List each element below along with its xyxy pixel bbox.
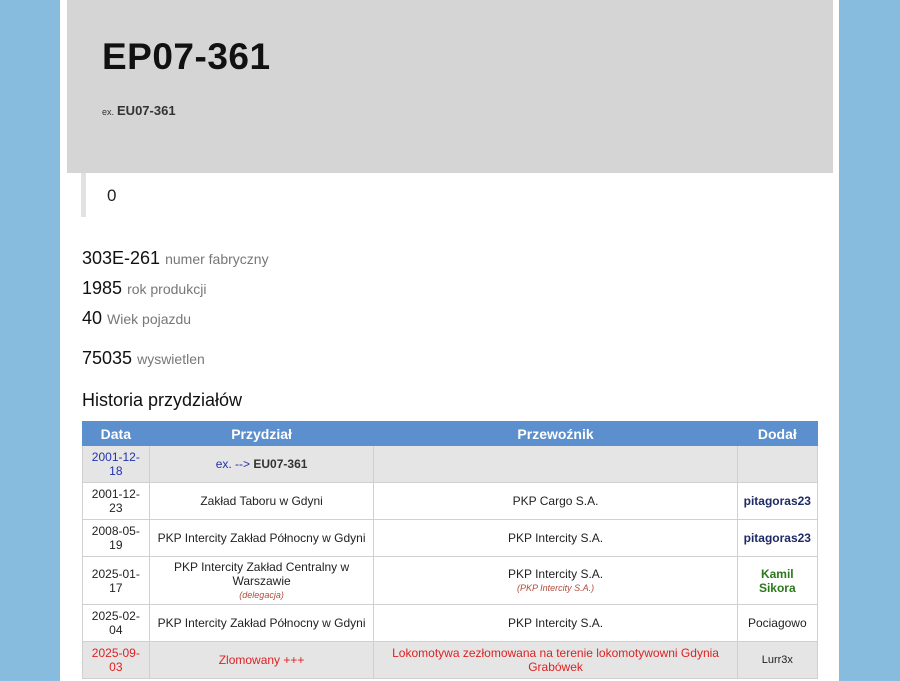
carrier-note: (PKP Intercity S.A.): [516, 582, 595, 593]
column-header-assignment: Przydział: [148, 421, 375, 446]
stat-vehicle-age: 40 Wiek pojazdu: [82, 308, 191, 329]
table-row: 2025-02-04 PKP Intercity Zakład Północny…: [82, 604, 819, 642]
column-header-carrier: Przewoźnik: [373, 421, 738, 446]
table-row: 2025-09-03 Zlomowany +++ Lokomotywa zezł…: [82, 641, 819, 679]
stat-production-year: 1985 rok produkcji: [82, 278, 206, 299]
row-carrier: PKP Intercity S.A.: [373, 604, 738, 642]
ex-link-prefix[interactable]: ex. -->: [216, 457, 250, 471]
row-carrier: PKP Cargo S.A.: [373, 482, 738, 520]
stat-label: wyswietlen: [137, 351, 205, 367]
assignment-note: (delegacja): [239, 589, 284, 600]
stat-value: 40: [82, 308, 103, 328]
vehicle-header: EP07-361 ex. EU07-361: [67, 0, 833, 173]
vehicle-former-designation: ex. EU07-361: [102, 103, 176, 118]
ex-link-code[interactable]: EU07-361: [253, 457, 307, 471]
row-carrier: [373, 445, 738, 483]
row-user: Pociagowo: [736, 604, 819, 642]
table-row: 2008-05-19 PKP Intercity Zakład Północny…: [82, 519, 819, 557]
history-table: Data Przydział Przewoźnik Dodał 2001-12-…: [82, 421, 819, 679]
row-date: 2001-12-23: [82, 482, 150, 520]
row-assignment: PKP Intercity Zakład Centralny w Warszaw…: [148, 556, 375, 605]
table-header-row: Data Przydział Przewoźnik Dodał: [82, 421, 819, 446]
row-date: 2001-12-18: [82, 445, 150, 483]
stat-factory-number: 303E-261 numer fabryczny: [82, 248, 269, 269]
stat-value: 303E-261: [82, 248, 161, 268]
ex-prefix: ex.: [102, 107, 115, 117]
stat-label: Wiek pojazdu: [107, 311, 192, 327]
row-user-link[interactable]: Kamil Sikora: [736, 556, 819, 605]
row-user: Lurr3x: [736, 641, 819, 679]
row-assignment: ex. --> EU07-361: [148, 445, 375, 483]
carrier-text: PKP Intercity S.A.: [507, 566, 604, 581]
row-assignment: Zlomowany +++: [148, 641, 375, 679]
row-date: 2025-02-04: [82, 604, 150, 642]
column-header-added-by: Dodał: [736, 421, 819, 446]
row-date: 2025-09-03: [82, 641, 150, 679]
stat-label: numer fabryczny: [165, 251, 269, 267]
history-heading: Historia przydziałów: [82, 390, 243, 410]
table-row: 2001-12-18 ex. --> EU07-361: [82, 445, 819, 483]
ex-code: EU07-361: [117, 103, 176, 118]
vehicle-title: EP07-361: [102, 36, 271, 77]
stat-value: 1985: [82, 278, 123, 298]
row-assignment: Zakład Taboru w Gdyni: [148, 482, 375, 520]
row-date: 2025-01-17: [82, 556, 150, 605]
assignment-text: PKP Intercity Zakład Centralny w Warszaw…: [173, 559, 350, 588]
quote-value: 0: [107, 186, 117, 205]
row-user-link[interactable]: pitagoras23: [736, 519, 819, 557]
row-carrier: PKP Intercity S.A.: [373, 519, 738, 557]
row-user: [736, 445, 819, 483]
table-row: 2025-01-17 PKP Intercity Zakład Centraln…: [82, 556, 819, 605]
quote-bar: [81, 173, 86, 217]
table-row: 2001-12-23 Zakład Taboru w Gdyni PKP Car…: [82, 482, 819, 520]
stat-label: rok produkcji: [127, 281, 207, 297]
row-date: 2008-05-19: [82, 519, 150, 557]
stat-views: 75035 wyswietlen: [82, 348, 205, 369]
column-header-date: Data: [82, 421, 150, 446]
row-assignment: PKP Intercity Zakład Północny w Gdyni: [148, 604, 375, 642]
row-carrier: Lokomotywa zezłomowana na terenie lokomo…: [373, 641, 738, 679]
row-carrier: PKP Intercity S.A. (PKP Intercity S.A.): [373, 556, 738, 605]
page-content: EP07-361 ex. EU07-361 0 303E-261 numer fa…: [60, 0, 839, 681]
row-user-link[interactable]: pitagoras23: [736, 482, 819, 520]
row-assignment: PKP Intercity Zakład Północny w Gdyni: [148, 519, 375, 557]
stat-value: 75035: [82, 348, 133, 368]
